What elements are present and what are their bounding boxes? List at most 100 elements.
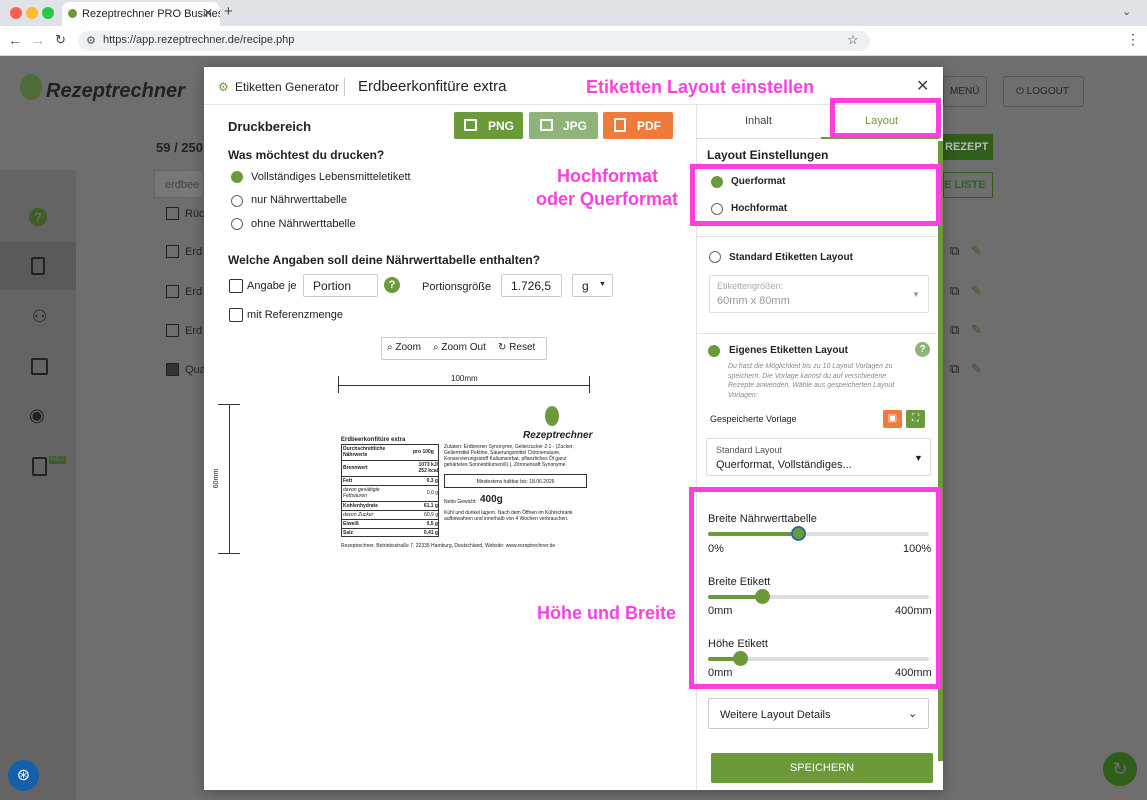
search-input[interactable]: erdbee [154, 170, 204, 198]
print-option-nutrition-radio[interactable] [231, 195, 243, 207]
url-bar[interactable]: https://app.rezeptrechner.de/recipe.php [78, 31, 870, 51]
caret-down-icon: ▼ [914, 453, 923, 463]
label-address: Rezeptrechner, Betriebsstraße 7, 22335 H… [341, 543, 556, 549]
logout-button[interactable]: ⏻ LOGOUT [1003, 76, 1084, 107]
own-layout-radio[interactable] [708, 345, 720, 357]
menu-button[interactable]: MENÜ [943, 76, 987, 107]
divider [344, 78, 345, 96]
own-layout-label: Eigenes Etiketten Layout [729, 345, 848, 356]
nutrition-question: Welche Angaben soll deine Nährwerttabell… [228, 253, 541, 267]
search-icon: ⌕ [433, 342, 439, 353]
app-logo[interactable]: Rezeptrechner [46, 80, 185, 103]
user-icon[interactable]: ⚇ [32, 307, 47, 327]
portion-size-input[interactable]: 1.726,5 [501, 274, 562, 297]
nutrition-cell: 0,41 g [423, 530, 438, 536]
copy-icon[interactable]: ⧉ [950, 283, 959, 299]
search-icon: ⌕ [387, 342, 393, 353]
new-tab-icon[interactable]: + [224, 3, 233, 20]
row-checkbox[interactable] [166, 285, 179, 298]
tab-inhalt[interactable]: Inhalt [696, 104, 821, 138]
help-icon[interactable]: ? [915, 342, 930, 357]
dish-icon[interactable]: ◉ [29, 405, 45, 426]
browser-menu-icon[interactable]: ⋮ [1126, 31, 1140, 48]
nutrition-cell: Salz [343, 530, 354, 536]
checklist-icon[interactable] [31, 358, 48, 375]
maximize-window-button[interactable] [42, 7, 54, 19]
per-label: Angabe je [247, 280, 297, 292]
browser-tab[interactable]: Rezeptrechner PRO Business [62, 2, 220, 26]
unit-select[interactable]: g ▼ [572, 274, 613, 297]
more-details-label: Weitere Layout Details [720, 709, 831, 721]
fullscreen-icon[interactable]: ⛶ [906, 410, 925, 428]
reset-button[interactable]: ↻ Reset [498, 342, 535, 353]
print-option-full-radio[interactable] [231, 171, 243, 183]
back-icon[interactable]: ← [8, 32, 22, 48]
tab-close-icon[interactable]: ✕ [203, 6, 213, 20]
label-logo: Rezeptrechner [523, 430, 593, 441]
label-size-select[interactable]: Etikettengrößen: 60mm x 80mm ▼ [709, 275, 929, 313]
own-layout-hint: Du hast die Möglichkeit bis zu 10 Layout… [728, 363, 895, 399]
image-icon [464, 119, 477, 131]
new-recipe-button[interactable]: REZEPT [943, 134, 993, 160]
list-button[interactable]: E LISTE [943, 172, 993, 198]
close-window-button[interactable] [10, 7, 22, 19]
table-row[interactable]: Qua [185, 364, 206, 376]
table-row[interactable]: Erd [185, 286, 202, 298]
close-icon[interactable]: ✕ [916, 76, 929, 96]
refresh-fab[interactable]: ↻ [1103, 752, 1137, 786]
row-line [341, 510, 439, 511]
copy-icon[interactable]: ⧉ [950, 361, 959, 377]
copy-icon[interactable]: ⧉ [950, 322, 959, 338]
edit-icon[interactable]: ✎ [971, 361, 982, 377]
layout-tab-highlight [830, 98, 941, 138]
search-text: erdbee [165, 179, 200, 191]
zoom-in-button[interactable]: ⌕ Zoom [387, 342, 421, 353]
site-settings-icon[interactable]: ⚙ [86, 34, 96, 47]
url-text: https://app.rezeptrechner.de/recipe.php [103, 34, 295, 46]
save-template-icon[interactable]: ▣ [883, 410, 902, 428]
table-row[interactable]: Rüc [185, 208, 205, 220]
portion-input[interactable]: Portion [303, 274, 378, 297]
more-details-dropdown[interactable]: Weitere Layout Details ⌄ [708, 698, 929, 729]
reset-label: Reset [509, 342, 536, 353]
edit-icon[interactable]: ✎ [971, 243, 982, 259]
nutrition-cell: 0,5 g [426, 521, 438, 527]
template-select[interactable]: Standard Layout Querformat, Vollständige… [706, 438, 931, 476]
edit-icon[interactable]: ✎ [971, 283, 982, 299]
reference-checkbox[interactable] [229, 308, 243, 322]
standard-layout-label: Standard Etiketten Layout [729, 252, 853, 263]
forward-icon[interactable]: → [31, 32, 45, 48]
edit-icon[interactable]: ✎ [971, 322, 982, 338]
minimize-window-button[interactable] [26, 7, 38, 19]
zoom-out-button[interactable]: ⌕ Zoom Out [433, 342, 486, 353]
help-icon[interactable]: ? [29, 208, 47, 226]
recipe-icon[interactable] [31, 257, 45, 275]
menu-label: MENÜ [950, 86, 980, 97]
row-checkbox[interactable] [166, 245, 179, 258]
width-dimension-label: 100mm [451, 374, 478, 383]
png-label: PNG [488, 119, 515, 133]
clipboard-icon[interactable] [32, 457, 47, 476]
row-checkbox[interactable] [166, 363, 179, 376]
annotation-orientation: Hochformat [557, 166, 659, 186]
row-checkbox[interactable] [166, 324, 179, 337]
row-line [341, 519, 439, 520]
save-button[interactable]: SPEICHERN [711, 753, 933, 783]
table-row[interactable]: Erd [185, 325, 202, 337]
print-option-without-radio[interactable] [231, 218, 243, 230]
row-checkbox[interactable] [166, 207, 179, 220]
help-icon[interactable]: ? [384, 277, 400, 293]
standard-layout-radio[interactable] [709, 251, 721, 263]
print-option-label: Vollständiges Lebensmitteletikett [251, 171, 411, 183]
chevron-down-icon[interactable]: ⌄ [1122, 5, 1131, 18]
height-dimension-label: 60mm [213, 468, 221, 489]
per-portion-checkbox[interactable] [229, 279, 243, 293]
bookmark-star-icon[interactable]: ☆ [847, 32, 859, 48]
label-net-weight: 400g [480, 494, 503, 505]
table-row[interactable]: Erd [185, 246, 202, 258]
pdf-label: PDF [637, 119, 661, 133]
fingerprint-icon[interactable]: ⊛ [8, 760, 39, 791]
modal-title: Erdbeerkonfitüre extra [358, 78, 507, 95]
copy-icon[interactable]: ⧉ [950, 243, 959, 259]
reload-icon[interactable]: ↻ [55, 32, 66, 48]
